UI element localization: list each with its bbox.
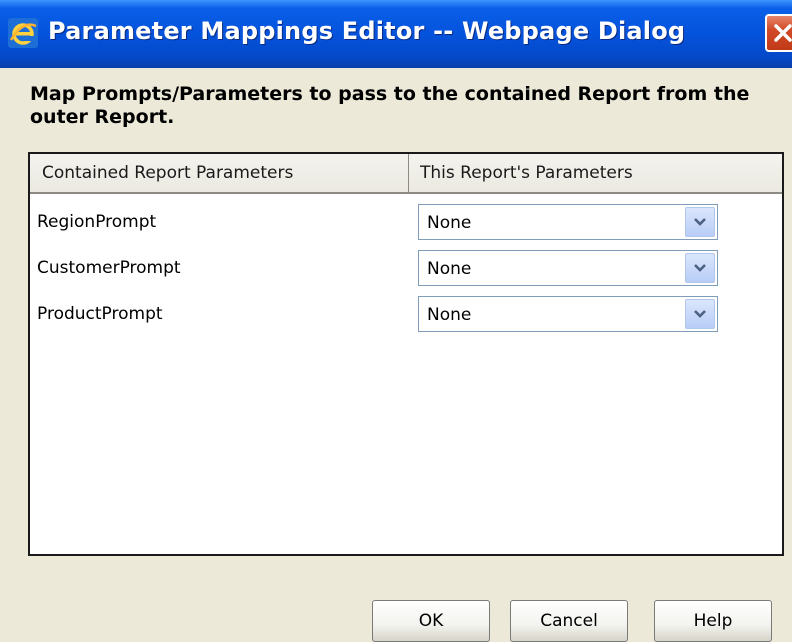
select-value: None [427,213,472,233]
dialog-heading: Map Prompts/Parameters to pass to the co… [30,83,750,128]
column-divider[interactable] [408,154,409,192]
window-title: Parameter Mappings Editor -- Webpage Dia… [48,17,686,45]
help-button[interactable]: Help [654,600,772,642]
column-header-this-report-parameters[interactable]: This Report's Parameters [420,163,633,183]
parameter-label: CustomerPrompt [37,258,181,278]
column-header-contained-parameters[interactable]: Contained Report Parameters [42,163,293,183]
cancel-button[interactable]: Cancel [510,600,628,642]
mapping-select-region[interactable]: None [418,204,718,240]
dropdown-button[interactable] [685,299,715,329]
close-button[interactable] [765,14,792,52]
title-bar: Parameter Mappings Editor -- Webpage Dia… [0,0,792,68]
close-icon [774,24,792,42]
grid-header: Contained Report Parameters This Report'… [30,154,782,194]
select-value: None [427,305,472,325]
chevron-down-icon [694,218,706,226]
mapping-select-customer[interactable]: None [418,250,718,286]
chevron-down-icon [694,264,706,272]
parameter-label: RegionPrompt [37,212,157,232]
dropdown-button[interactable] [685,253,715,283]
chevron-down-icon [694,310,706,318]
ok-button[interactable]: OK [372,600,490,642]
parameter-label: ProductPrompt [37,304,163,324]
dropdown-button[interactable] [685,207,715,237]
select-value: None [427,259,472,279]
ie-icon [8,18,38,48]
grid-row-product: ProductPrompt None [30,292,782,336]
mapping-select-product[interactable]: None [418,296,718,332]
grid-row-region: RegionPrompt None [30,200,782,244]
parameter-mappings-grid: Contained Report Parameters This Report'… [28,152,784,556]
grid-row-customer: CustomerPrompt None [30,246,782,290]
